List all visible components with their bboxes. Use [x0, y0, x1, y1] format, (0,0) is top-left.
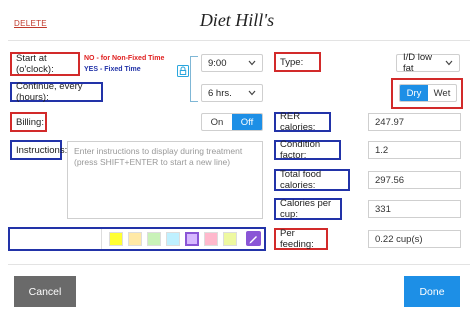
done-button[interactable]: Done: [404, 276, 460, 307]
billing-on-option[interactable]: On: [202, 114, 232, 130]
continue-every-label: Continue, every (hours):: [10, 81, 103, 103]
instructions-label: Instructions:: [10, 140, 67, 160]
rer-calories-field[interactable]: 247.97: [368, 113, 461, 131]
chevron-down-icon: [248, 60, 256, 66]
link-bracket: [190, 56, 196, 102]
per-feeding-label: Per feeding:: [274, 228, 328, 250]
start-at-label: Start at (o'clock):: [10, 52, 80, 76]
condition-factor-label: Condition factor:: [274, 139, 341, 161]
dry-wet-toggle[interactable]: Dry Wet: [399, 84, 457, 102]
color-swatch[interactable]: [147, 232, 161, 246]
color-picker-divider: [101, 229, 102, 249]
color-swatch[interactable]: [128, 232, 142, 246]
instructions-textarea[interactable]: Enter instructions to display during tre…: [67, 141, 263, 219]
dry-option[interactable]: Dry: [400, 85, 428, 101]
type-select[interactable]: I/D low fat: [396, 52, 460, 74]
color-swatch[interactable]: [166, 232, 180, 246]
calories-per-cup-field[interactable]: 331: [368, 200, 461, 218]
total-food-calories-field[interactable]: 297.56: [368, 171, 461, 189]
total-food-calories-label: Total food calories:: [274, 169, 350, 191]
chevron-down-icon: [445, 60, 453, 66]
footer-divider: [8, 264, 470, 265]
continue-hours-select[interactable]: 6 hrs.: [201, 84, 263, 102]
billing-label: Billing:: [10, 112, 47, 132]
color-swatch[interactable]: [109, 232, 123, 246]
per-cup-value: 331: [375, 203, 391, 215]
bracket-bottom: [190, 101, 198, 102]
rer-value: 247.97: [375, 116, 405, 128]
cancel-button[interactable]: Cancel: [14, 276, 76, 307]
start-time-select[interactable]: 9:00: [201, 54, 263, 72]
per-feeding-label-text: Per feeding:: [280, 228, 314, 250]
color-swatch[interactable]: [223, 232, 237, 246]
bracket-top: [190, 56, 198, 57]
per-feeding-field[interactable]: 0.22 cup(s): [368, 230, 461, 248]
type-value: I/D low fat: [403, 52, 433, 74]
type-label: Type:: [274, 52, 321, 72]
continue-hours-value: 6 hrs.: [208, 87, 232, 99]
billing-label-text: Billing:: [16, 116, 44, 128]
billing-toggle[interactable]: On Off: [201, 113, 263, 131]
type-label-text: Type:: [280, 56, 304, 68]
color-swatch[interactable]: [185, 232, 199, 246]
non-fixed-note: NO - for Non-Fixed Time: [84, 55, 165, 62]
rer-calories-label: RER calories:: [274, 111, 331, 133]
start-time-value: 9:00: [208, 57, 227, 69]
condition-value: 1.2: [375, 144, 389, 156]
pencil-icon: [249, 236, 257, 244]
wet-option[interactable]: Wet: [428, 85, 456, 101]
per-cup-label-text: Calories per cup:: [280, 198, 332, 220]
fixed-note: YES - Fixed Time: [84, 66, 141, 73]
instructions-label-text: Instructions:: [16, 144, 68, 156]
condition-factor-field[interactable]: 1.2: [368, 141, 461, 159]
total-label-text: Total food calories:: [280, 169, 322, 191]
cancel-label: Cancel: [28, 285, 62, 298]
per-feeding-value: 0.22 cup(s): [375, 233, 423, 245]
lock-icon[interactable]: [176, 64, 190, 78]
done-label: Done: [419, 285, 445, 298]
total-value: 297.56: [375, 174, 405, 186]
condition-label-text: Condition factor:: [280, 139, 321, 161]
color-edit-button[interactable]: [246, 231, 261, 246]
billing-off-option[interactable]: Off: [232, 114, 262, 130]
start-at-label-text: Start at (o'clock):: [16, 53, 54, 75]
color-swatches: [109, 232, 237, 246]
page-title: Diet Hill's: [199, 10, 275, 30]
rer-label-text: RER calories:: [280, 111, 316, 133]
color-swatch[interactable]: [204, 232, 218, 246]
continue-label-text: Continue, every (hours):: [16, 81, 83, 103]
calories-per-cup-label: Calories per cup:: [274, 198, 342, 220]
chevron-down-icon: [248, 90, 256, 96]
instructions-placeholder: Enter instructions to display during tre…: [74, 146, 243, 167]
header-divider: [8, 40, 470, 41]
